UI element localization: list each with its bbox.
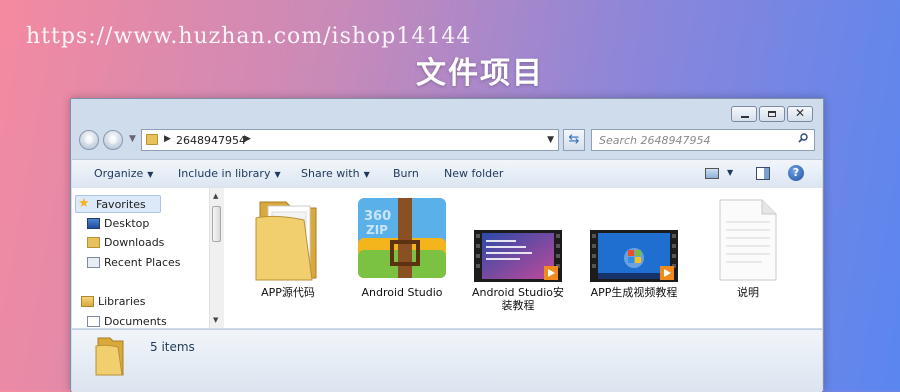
- chevron-down-icon: ▼: [363, 170, 370, 179]
- navigation-pane: ★ Favorites Desktop Downloads Recent Pla…: [72, 188, 210, 328]
- nav-downloads-label: Downloads: [104, 236, 165, 249]
- folder-icon: [146, 134, 158, 145]
- nav-recent-places-label: Recent Places: [104, 256, 181, 269]
- file-item[interactable]: 说明: [698, 188, 798, 299]
- preview-pane-icon[interactable]: [756, 167, 770, 180]
- scroll-up-icon[interactable]: ▲: [213, 192, 218, 200]
- file-item[interactable]: Android Studio安装教程: [468, 188, 568, 312]
- content-area: ★ Favorites Desktop Downloads Recent Pla…: [72, 188, 822, 328]
- include-in-library-label: Include in library: [178, 167, 271, 180]
- recent-places-icon: [87, 257, 100, 268]
- breadcrumb-folder[interactable]: 2648947954: [176, 134, 246, 147]
- file-name: APP源代码: [261, 286, 315, 299]
- search-field[interactable]: Search 2648947954: [591, 129, 815, 151]
- minimize-button[interactable]: [731, 106, 757, 122]
- change-view-icon[interactable]: [705, 168, 719, 179]
- nav-libraries-label: Libraries: [98, 295, 146, 308]
- recent-pages-dropdown[interactable]: ▼: [129, 134, 136, 144]
- watermark-url: https://www.huzhan.com/ishop14144: [26, 24, 472, 49]
- file-name: APP生成视频教程: [590, 286, 678, 299]
- archive-icon: 360 ZIP: [358, 198, 446, 278]
- nav-item-desktop[interactable]: Desktop: [84, 215, 149, 233]
- nav-scrollbar[interactable]: ▲ ▼: [209, 188, 224, 328]
- desktop-icon: [87, 218, 100, 229]
- documents-icon: [87, 316, 100, 327]
- file-name: Android Studio: [361, 286, 443, 299]
- help-icon[interactable]: ?: [788, 165, 804, 181]
- new-folder-button[interactable]: New folder: [444, 167, 503, 180]
- video-thumbnail-icon: [474, 230, 562, 282]
- breadcrumb-arrow-icon[interactable]: ▶: [244, 134, 251, 144]
- address-row: ▼ ▶ 2648947954 ▶ ▼ ⇆ Search 2648947954: [79, 129, 815, 153]
- burn-button[interactable]: Burn: [393, 167, 419, 180]
- include-in-library-menu[interactable]: Include in library ▼: [178, 167, 281, 180]
- search-placeholder: Search 2648947954: [599, 134, 711, 147]
- nav-item-recent-places[interactable]: Recent Places: [84, 254, 181, 272]
- file-name: Android Studio安装教程: [471, 286, 565, 312]
- forward-button[interactable]: [103, 130, 123, 150]
- svg-text:ZIP: ZIP: [366, 223, 388, 237]
- star-icon: ★: [78, 196, 90, 211]
- video-thumbnail-icon: [590, 230, 678, 282]
- nav-documents-label: Documents: [104, 315, 167, 328]
- svg-text:360: 360: [364, 209, 391, 224]
- file-item[interactable]: APP源代码: [238, 188, 338, 299]
- back-button[interactable]: [79, 130, 99, 150]
- page-heading: 文件项目: [416, 56, 544, 91]
- breadcrumb-arrow-icon[interactable]: ▶: [164, 134, 171, 144]
- address-dropdown-icon[interactable]: ▼: [547, 135, 554, 145]
- nav-item-libraries[interactable]: Libraries: [78, 293, 146, 311]
- text-document-icon: [719, 199, 777, 281]
- nav-desktop-label: Desktop: [104, 217, 150, 230]
- explorer-window: ✕ ▼ ▶ 2648947954 ▶ ▼ ⇆ Search 2648947954…: [70, 98, 824, 392]
- search-icon[interactable]: [798, 133, 808, 143]
- view-dropdown-icon[interactable]: ▼: [727, 168, 733, 177]
- scroll-thumb[interactable]: [212, 206, 221, 242]
- maximize-button[interactable]: [759, 106, 785, 122]
- share-with-label: Share with: [301, 167, 360, 180]
- file-item[interactable]: 360 ZIP Android Studio: [352, 188, 452, 299]
- refresh-button[interactable]: ⇆: [563, 129, 585, 151]
- organize-label: Organize: [94, 167, 144, 180]
- scroll-down-icon[interactable]: ▼: [213, 316, 218, 324]
- command-bar: Organize ▼ Include in library ▼ Share with…: [72, 159, 822, 189]
- folder-icon: [95, 337, 124, 376]
- item-count: 5 items: [150, 340, 195, 354]
- organize-menu[interactable]: Organize ▼: [94, 167, 153, 180]
- nav-favorites-label: Favorites: [96, 198, 146, 211]
- file-item[interactable]: APP生成视频教程: [584, 188, 684, 299]
- chevron-down-icon: ▼: [147, 170, 154, 179]
- caption-buttons: ✕: [731, 106, 813, 122]
- file-name: 说明: [737, 286, 759, 299]
- share-with-menu[interactable]: Share with ▼: [301, 167, 370, 180]
- downloads-folder-icon: [87, 237, 100, 248]
- chevron-down-icon: ▼: [274, 170, 281, 179]
- libraries-icon: [81, 296, 94, 307]
- close-button[interactable]: ✕: [787, 106, 813, 122]
- details-pane: 5 items: [72, 329, 822, 392]
- address-bar[interactable]: ▶ 2648947954 ▶ ▼: [141, 129, 559, 151]
- nav-item-favorites[interactable]: ★ Favorites: [75, 195, 161, 213]
- nav-item-downloads[interactable]: Downloads: [84, 234, 164, 252]
- folder-icon: [255, 201, 317, 281]
